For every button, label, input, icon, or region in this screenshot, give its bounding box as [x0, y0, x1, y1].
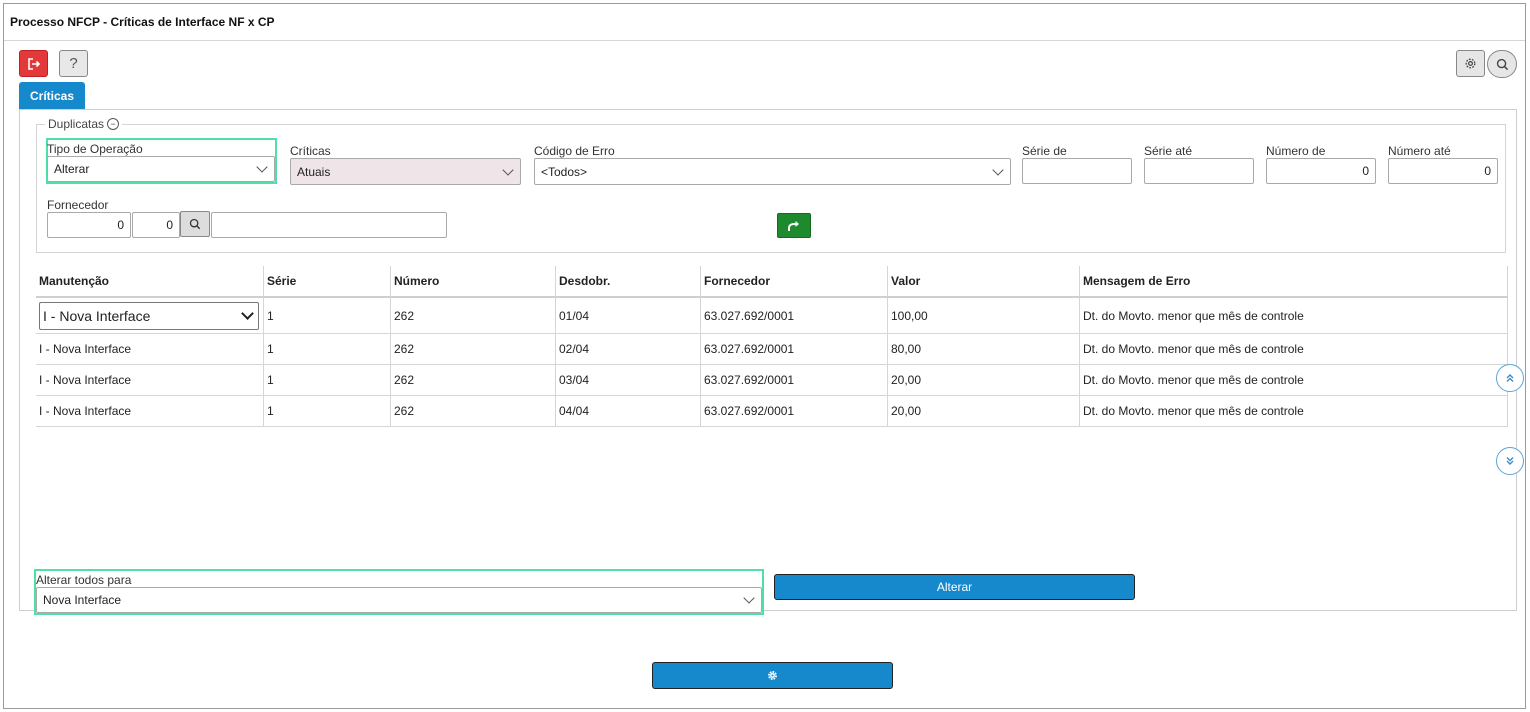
serie-cell: 1 [263, 395, 391, 427]
fornecedor-search-button[interactable] [180, 211, 210, 237]
table-row[interactable]: I - Nova Interface 1 262 01/04 63.027.69… [36, 297, 1508, 334]
numero-cell: 262 [390, 297, 556, 334]
manutencao-cell: I - Nova Interface [36, 297, 264, 334]
numero-cell: 262 [390, 333, 556, 365]
scroll-up-button[interactable] [1496, 364, 1524, 392]
table-header-row: Manutenção Série Número Desdobr. Fornece… [36, 266, 1508, 298]
serie-cell: 1 [263, 364, 391, 396]
exit-button[interactable] [19, 50, 48, 77]
fornecedor-sub-input[interactable]: 0 [132, 212, 180, 238]
process-button[interactable] [652, 662, 893, 689]
scroll-down-button[interactable] [1496, 447, 1524, 475]
execute-filter-button[interactable] [777, 213, 811, 238]
search-icon [189, 218, 201, 230]
chevron-down-icon [241, 307, 254, 320]
table-row[interactable]: I - Nova Interface 1 262 02/04 63.027.69… [36, 333, 1508, 365]
codigo-erro-select[interactable]: <Todos> [534, 158, 1011, 185]
criticas-label: Críticas [290, 144, 331, 158]
codigo-erro-value: <Todos> [541, 164, 588, 179]
col-valor[interactable]: Valor [887, 266, 1080, 298]
mensagem-cell: Dt. do Movto. menor que mês de controle [1079, 364, 1508, 396]
search-button[interactable] [1487, 50, 1517, 78]
numero-ate-label: Número até [1388, 144, 1451, 158]
serie-cell: 1 [263, 297, 391, 334]
manutencao-cell: I - Nova Interface [36, 395, 264, 427]
criticas-panel: Duplicatas − Tipo de Operação Alterar Cr… [19, 109, 1517, 615]
tipo-operacao-label: Tipo de Operação [47, 142, 143, 156]
mensagem-cell: Dt. do Movto. menor que mês de controle [1079, 333, 1508, 365]
codigo-erro-label: Código de Erro [534, 144, 615, 158]
search-icon [1496, 58, 1508, 70]
window-title: Processo NFCP - Críticas de Interface NF… [10, 15, 275, 29]
tipo-operacao-select[interactable]: Alterar [47, 156, 275, 182]
numero-ate-input[interactable]: 0 [1388, 158, 1498, 184]
col-numero[interactable]: Número [390, 266, 556, 298]
chevron-down-icon [502, 163, 514, 176]
settings-button[interactable] [1456, 50, 1485, 77]
manutencao-select[interactable]: I - Nova Interface [39, 301, 259, 330]
fornecedor-cell: 63.027.692/0001 [700, 395, 888, 427]
mensagem-cell: Dt. do Movto. menor que mês de controle [1079, 297, 1508, 334]
tab-criticas[interactable]: Críticas [19, 82, 85, 109]
col-manutencao[interactable]: Manutenção [36, 266, 264, 298]
gear-icon [1465, 58, 1476, 69]
table-row[interactable]: I - Nova Interface 1 262 03/04 63.027.69… [36, 364, 1508, 396]
col-mensagem-erro[interactable]: Mensagem de Erro [1079, 266, 1508, 298]
alterar-todos-select[interactable]: Nova Interface [36, 587, 762, 613]
exit-icon [27, 57, 40, 70]
col-fornecedor[interactable]: Fornecedor [700, 266, 888, 298]
fornecedor-name-input[interactable] [211, 212, 447, 238]
fornecedor-cell: 63.027.692/0001 [700, 364, 888, 396]
fornecedor-cell: 63.027.692/0001 [700, 333, 888, 365]
duplicatas-fieldset: Duplicatas − Tipo de Operação Alterar Cr… [36, 117, 1506, 253]
duplicatas-legend-label: Duplicatas [48, 117, 105, 131]
gear-icon [768, 671, 777, 680]
manutencao-cell: I - Nova Interface [36, 333, 264, 365]
valor-cell: 80,00 [887, 333, 1080, 365]
alterar-todos-label: Alterar todos para [36, 573, 132, 587]
criticas-value: Atuais [297, 164, 331, 179]
alterar-todos-value: Nova Interface [43, 593, 122, 607]
desdobr-cell: 02/04 [555, 333, 701, 365]
fornecedor-cell: 63.027.692/0001 [700, 297, 888, 334]
title-bar: Processo NFCP - Críticas de Interface NF… [4, 4, 1525, 41]
chevron-down-icon [992, 163, 1004, 176]
valor-cell: 20,00 [887, 395, 1080, 427]
serie-cell: 1 [263, 333, 391, 365]
double-chevron-down-icon [1506, 457, 1514, 465]
numero-cell: 262 [390, 395, 556, 427]
numero-de-input[interactable]: 0 [1266, 158, 1376, 184]
chevron-down-icon [256, 161, 268, 173]
col-serie[interactable]: Série [263, 266, 391, 298]
help-button[interactable]: ? [59, 50, 88, 77]
chevron-down-icon [743, 592, 755, 604]
criticas-select[interactable]: Atuais [290, 158, 521, 185]
serie-ate-label: Série até [1144, 144, 1193, 158]
fornecedor-code-input[interactable]: 0 [47, 212, 131, 238]
mensagem-cell: Dt. do Movto. menor que mês de controle [1079, 395, 1508, 427]
numero-de-label: Número de [1266, 144, 1326, 158]
col-desdobr[interactable]: Desdobr. [555, 266, 701, 298]
tipo-operacao-value: Alterar [54, 162, 90, 176]
serie-ate-input[interactable] [1144, 158, 1254, 184]
help-icon: ? [69, 55, 78, 72]
fornecedor-label: Fornecedor [47, 198, 109, 212]
valor-cell: 20,00 [887, 364, 1080, 396]
alterar-button[interactable]: Alterar [774, 574, 1135, 600]
duplicatas-legend[interactable]: Duplicatas − [45, 117, 123, 131]
serie-de-label: Série de [1022, 144, 1067, 158]
desdobr-cell: 03/04 [555, 364, 701, 396]
desdobr-cell: 04/04 [555, 395, 701, 427]
table-row[interactable]: I - Nova Interface 1 262 04/04 63.027.69… [36, 395, 1508, 427]
manutencao-cell: I - Nova Interface [36, 364, 264, 396]
share-arrow-icon [788, 220, 799, 231]
collapse-icon[interactable]: − [107, 118, 120, 130]
desdobr-cell: 01/04 [555, 297, 701, 334]
serie-de-input[interactable] [1022, 158, 1132, 184]
numero-cell: 262 [390, 364, 556, 396]
app-window: Processo NFCP - Críticas de Interface NF… [3, 3, 1526, 709]
valor-cell: 100,00 [887, 297, 1080, 334]
double-chevron-up-icon [1506, 374, 1514, 382]
criticas-table: Manutenção Série Número Desdobr. Fornece… [36, 266, 1508, 427]
